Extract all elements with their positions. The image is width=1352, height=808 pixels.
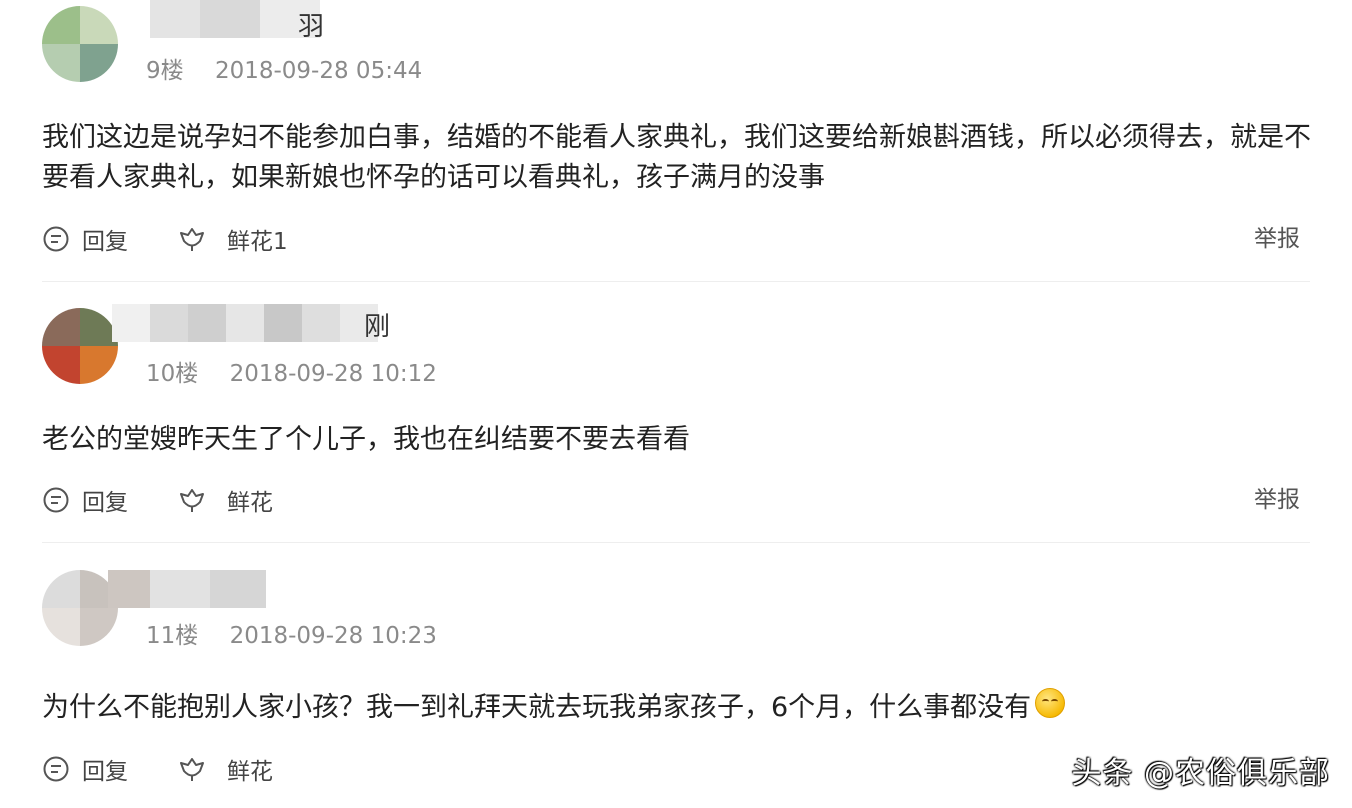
reply-button[interactable]: 回复: [42, 480, 128, 520]
flower-button[interactable]: 鲜花: [177, 749, 273, 789]
floor-number: 11楼: [146, 623, 199, 649]
comment-actions: 回复 鲜花 举报: [42, 480, 1312, 520]
flower-label: 鲜花: [227, 759, 273, 785]
divider: [42, 542, 1310, 543]
reply-button[interactable]: 回复: [42, 219, 128, 259]
report-link[interactable]: 举报: [1254, 219, 1300, 259]
reply-icon: [43, 756, 69, 782]
username-blurred[interactable]: [150, 0, 320, 38]
floor-number: 9楼: [146, 58, 184, 84]
comment-time: 2018-09-28 10:12: [229, 361, 437, 387]
comment-text: 老公的堂嫂昨天生了个儿子，我也在纠结要不要去看看: [42, 424, 690, 455]
comment-meta: 9楼 2018-09-28 05:44: [146, 57, 422, 85]
flower-icon: [180, 758, 204, 781]
avatar[interactable]: [42, 308, 118, 384]
floor-number: 10楼: [146, 361, 199, 387]
flower-button[interactable]: 鲜花: [177, 480, 273, 520]
flower-button[interactable]: 鲜花1: [177, 219, 288, 259]
avatar[interactable]: [42, 6, 118, 82]
username-blurred[interactable]: [108, 570, 266, 608]
report-link[interactable]: 举报: [1254, 480, 1300, 520]
comment-time: 2018-09-28 05:44: [214, 58, 423, 84]
watermark: 头条 @农俗俱乐部: [1071, 756, 1330, 791]
comment-text: 我们这边是说孕妇不能参加白事，结婚的不能看人家典礼，我们这要给新娘斟酒钱，所以必…: [42, 122, 1311, 193]
comment-time: 2018-09-28 10:23: [229, 623, 437, 649]
comment-meta: 10楼 2018-09-28 10:12: [146, 360, 437, 388]
flower-icon: [180, 489, 204, 512]
avatar[interactable]: [42, 570, 118, 646]
divider: [42, 281, 1310, 282]
reply-label: 回复: [82, 229, 128, 255]
reply-button[interactable]: 回复: [42, 749, 128, 789]
flower-icon: [180, 228, 204, 251]
reply-icon: [43, 487, 69, 513]
reply-label: 回复: [82, 490, 128, 516]
reply-label: 回复: [82, 759, 128, 785]
flower-label: 鲜花1: [227, 229, 288, 255]
smile-emoji-icon: [1035, 688, 1066, 718]
comment-text: 为什么不能抱别人家小孩？我一到礼拜天就去玩我弟家孩子，6个月，什么事都没有: [42, 688, 1312, 728]
reply-icon: [43, 226, 69, 252]
comment-actions: 回复 鲜花1 举报: [42, 219, 1312, 259]
comment-meta: 11楼 2018-09-28 10:23: [146, 622, 437, 650]
username-tail: 刚: [364, 312, 391, 342]
comment-text-content: 为什么不能抱别人家小孩？我一到礼拜天就去玩我弟家孩子，6个月，什么事都没有: [42, 692, 1032, 723]
flower-label: 鲜花: [227, 490, 273, 516]
username-blurred[interactable]: [112, 304, 378, 342]
username-tail: 羽: [298, 12, 325, 42]
